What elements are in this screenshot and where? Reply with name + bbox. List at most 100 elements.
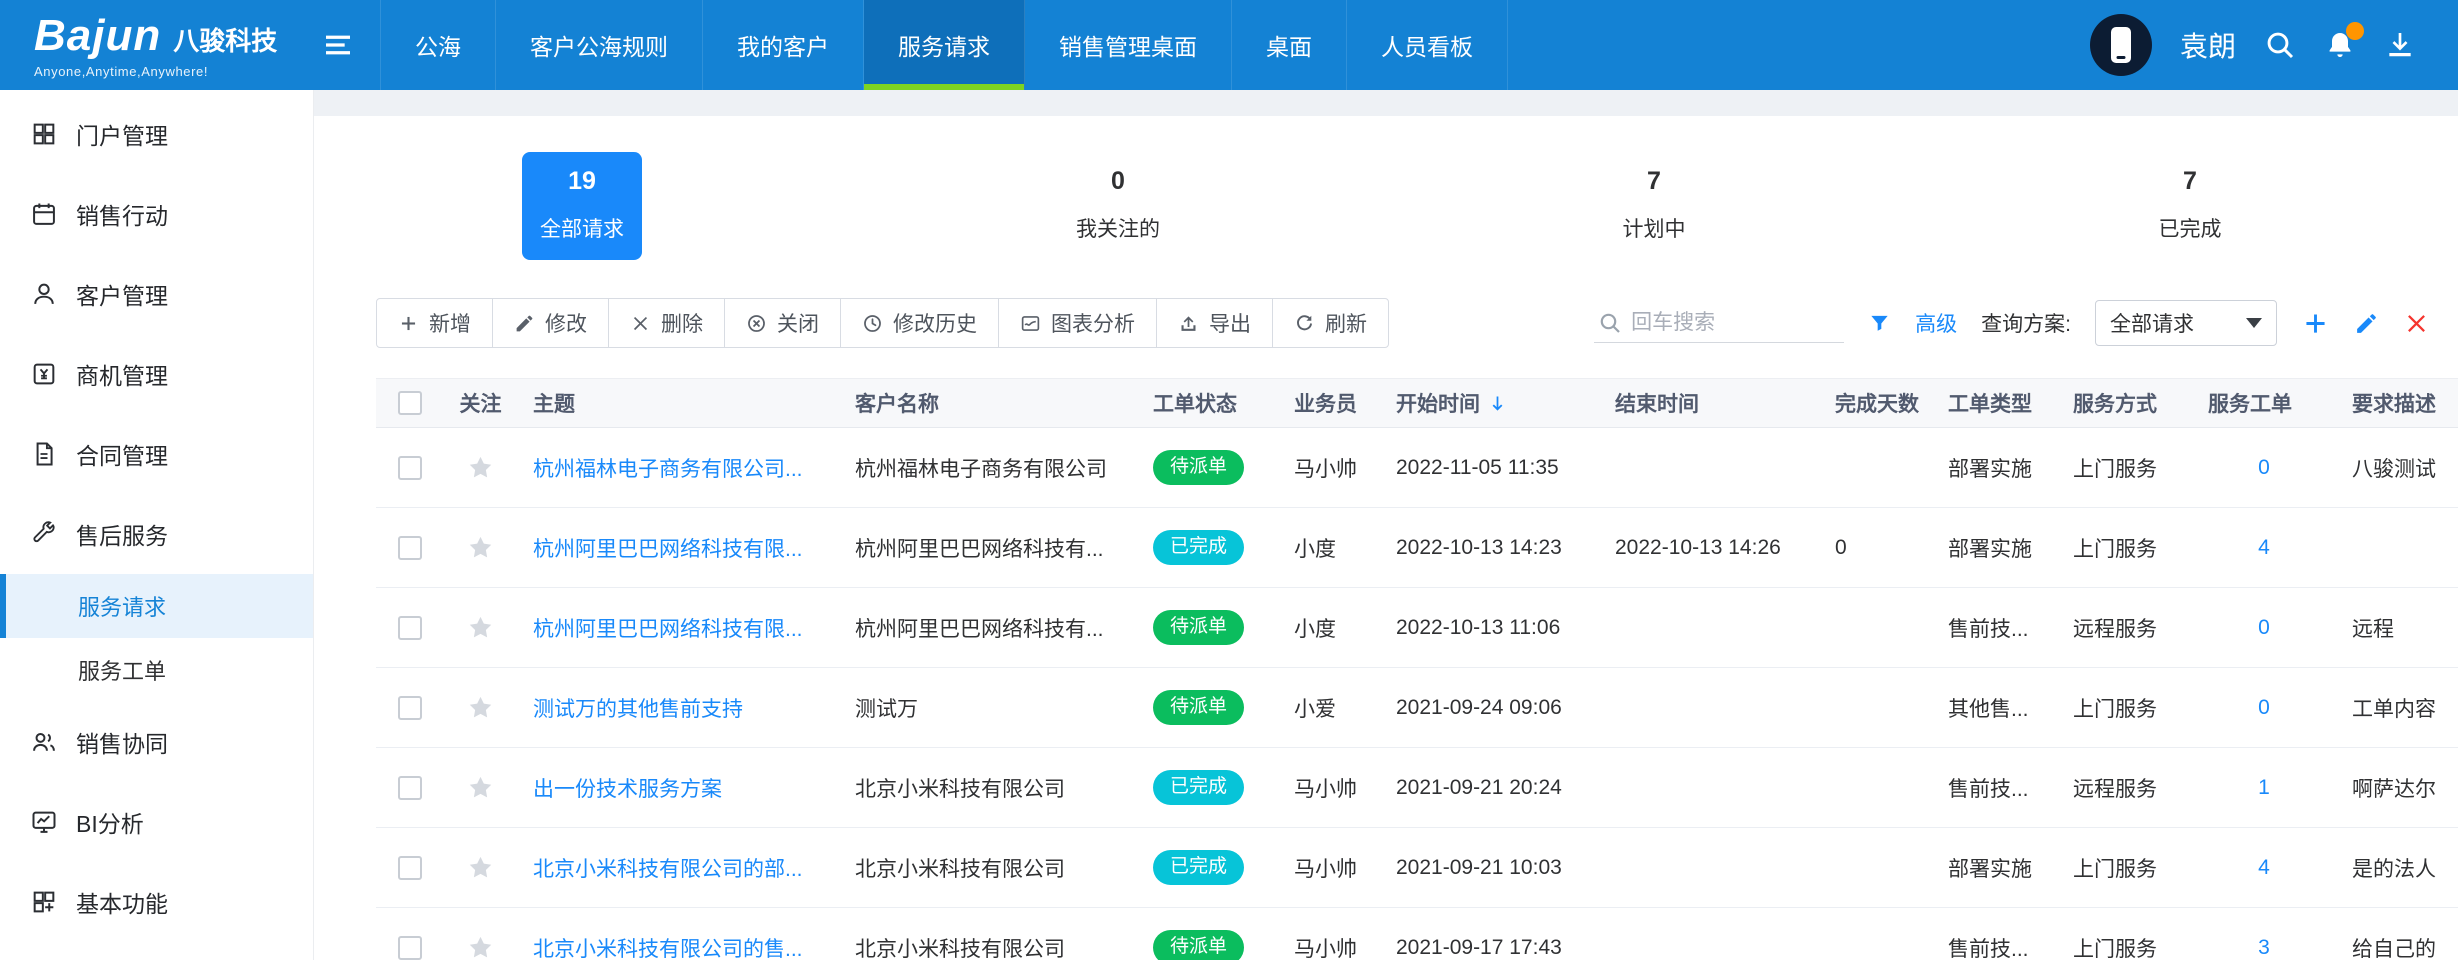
sidebar-subitem-service-order[interactable]: 服务工单 (0, 638, 313, 702)
refresh-button[interactable]: 刷新 (1272, 298, 1389, 348)
add-button[interactable]: 新增 (376, 298, 493, 348)
star-icon[interactable] (467, 854, 494, 881)
sidebar-item-bi-analysis[interactable]: BI分析 (0, 782, 313, 862)
close-button[interactable]: 关闭 (724, 298, 841, 348)
select-all-checkbox[interactable] (398, 391, 422, 415)
search-icon[interactable] (2264, 29, 2296, 61)
stat-completed[interactable]: 7已完成 (2130, 152, 2250, 260)
chart-analysis-button[interactable]: 图表分析 (998, 298, 1157, 348)
advanced-filter-link[interactable]: 高级 (1915, 308, 1957, 338)
service-orders-link[interactable]: 0 (2258, 696, 2270, 720)
column-header-order-type[interactable]: 工单类型 (1932, 379, 2057, 427)
user-name[interactable]: 袁朗 (2180, 25, 2236, 65)
column-header-completed-days[interactable]: 完成天数 (1819, 379, 1932, 427)
scheme-select[interactable]: 全部请求 (2095, 300, 2277, 346)
table-row[interactable]: 出一份技术服务方案北京小米科技有限公司已完成马小帅2021-09-21 20:2… (376, 748, 2458, 828)
subject-link[interactable]: 杭州福林电子商务有限公司... (533, 453, 803, 483)
sidebar-item-customer[interactable]: 客户管理 (0, 254, 313, 334)
table-row[interactable]: 杭州阿里巴巴网络科技有限...杭州阿里巴巴网络科技有...待派单小度2022-1… (376, 588, 2458, 668)
page-background-strip (314, 90, 2458, 116)
notification-bell-icon[interactable] (2324, 29, 2356, 61)
nav-tab-staff-board[interactable]: 人员看板 (1347, 0, 1508, 90)
row-checkbox[interactable] (398, 696, 422, 720)
column-header-select[interactable] (376, 379, 444, 427)
star-icon[interactable] (467, 934, 494, 960)
menu-toggle-button[interactable] (296, 0, 380, 90)
row-checkbox[interactable] (398, 616, 422, 640)
row-checkbox[interactable] (398, 776, 422, 800)
subject-link[interactable]: 杭州阿里巴巴网络科技有限... (533, 613, 803, 643)
column-header-follow[interactable]: 关注 (444, 379, 517, 427)
column-header-subject[interactable]: 主题 (517, 379, 839, 427)
service-orders-link[interactable]: 3 (2258, 936, 2270, 960)
search-input[interactable] (1631, 311, 1821, 335)
column-header-service-method[interactable]: 服务方式 (2057, 379, 2192, 427)
stat-all-requests[interactable]: 19全部请求 (522, 152, 642, 260)
row-checkbox[interactable] (398, 856, 422, 880)
stat-in-plan[interactable]: 7计划中 (1594, 152, 1714, 260)
subject-link[interactable]: 出一份技术服务方案 (533, 773, 722, 803)
scheme-select-value: 全部请求 (2110, 308, 2194, 338)
table-row[interactable]: 北京小米科技有限公司的部...北京小米科技有限公司已完成马小帅2021-09-2… (376, 828, 2458, 908)
cell-service-method: 上门服务 (2057, 828, 2192, 907)
service-orders-link[interactable]: 4 (2258, 856, 2270, 880)
sidebar-item-contract[interactable]: 合同管理 (0, 414, 313, 494)
bi-chart-icon (30, 808, 58, 836)
row-checkbox[interactable] (398, 456, 422, 480)
filter-funnel-icon[interactable] (1868, 312, 1891, 335)
cell-customer-name: 测试万 (839, 668, 1137, 747)
modify-button[interactable]: 修改 (492, 298, 609, 348)
service-orders-link[interactable]: 1 (2258, 776, 2270, 800)
table-row[interactable]: 北京小米科技有限公司的售...北京小米科技有限公司待派单马小帅2021-09-1… (376, 908, 2458, 960)
delete-scheme-icon[interactable] (2403, 310, 2430, 337)
star-icon[interactable] (467, 534, 494, 561)
column-header-service-orders[interactable]: 服务工单 (2192, 379, 2336, 427)
table-row[interactable]: 杭州福林电子商务有限公司...杭州福林电子商务有限公司待派单马小帅2022-11… (376, 428, 2458, 508)
column-header-description[interactable]: 要求描述 (2336, 379, 2458, 427)
star-icon[interactable] (467, 614, 494, 641)
sidebar-item-portal[interactable]: 门户管理 (0, 94, 313, 174)
edit-scheme-icon[interactable] (2354, 311, 2379, 336)
subject-link[interactable]: 杭州阿里巴巴网络科技有限... (533, 533, 803, 563)
nav-tab-sales-dashboard[interactable]: 销售管理桌面 (1025, 0, 1232, 90)
nav-tab-desktop[interactable]: 桌面 (1232, 0, 1347, 90)
export-up-icon (1178, 313, 1199, 334)
column-header-start-time[interactable]: 开始时间 (1380, 379, 1599, 427)
column-header-order-status[interactable]: 工单状态 (1137, 379, 1278, 427)
star-icon[interactable] (467, 774, 494, 801)
sidebar-subitem-service-request[interactable]: 服务请求 (0, 574, 313, 638)
sidebar-item-after-sales[interactable]: 售后服务 (0, 494, 313, 574)
row-checkbox[interactable] (398, 536, 422, 560)
column-header-end-time[interactable]: 结束时间 (1599, 379, 1819, 427)
stat-my-followed[interactable]: 0我关注的 (1058, 152, 1178, 260)
column-header-customer-name[interactable]: 客户名称 (839, 379, 1137, 427)
service-orders-link[interactable]: 0 (2258, 616, 2270, 640)
table-row[interactable]: 杭州阿里巴巴网络科技有限...杭州阿里巴巴网络科技有...已完成小度2022-1… (376, 508, 2458, 588)
avatar[interactable] (2090, 14, 2152, 76)
star-icon[interactable] (467, 454, 494, 481)
table-row[interactable]: 测试万的其他售前支持测试万待派单小爱2021-09-24 09:06其他售...… (376, 668, 2458, 748)
star-icon[interactable] (467, 694, 494, 721)
add-scheme-icon[interactable] (2301, 309, 2330, 338)
sidebar-item-sales-collab[interactable]: 销售协同 (0, 702, 313, 782)
brand-logo[interactable]: Bajun 八骏科技 Anyone,Anytime,Anywhere! (0, 0, 296, 90)
service-orders-link[interactable]: 0 (2258, 456, 2270, 480)
nav-tab-service-request[interactable]: 服务请求 (864, 0, 1025, 90)
row-checkbox[interactable] (398, 936, 422, 960)
sidebar-item-sales-actions[interactable]: 销售行动 (0, 174, 313, 254)
column-header-salesperson[interactable]: 业务员 (1278, 379, 1380, 427)
delete-button[interactable]: 删除 (608, 298, 725, 348)
nav-tab-my-customers[interactable]: 我的客户 (703, 0, 864, 90)
service-orders-link[interactable]: 4 (2258, 536, 2270, 560)
modify-history-button[interactable]: 修改历史 (840, 298, 999, 348)
export-button[interactable]: 导出 (1156, 298, 1273, 348)
sidebar-item-opportunity[interactable]: 商机管理 (0, 334, 313, 414)
nav-tab-public-sea[interactable]: 公海 (380, 0, 496, 90)
subject-link[interactable]: 测试万的其他售前支持 (533, 693, 743, 723)
subject-link[interactable]: 北京小米科技有限公司的售... (533, 933, 803, 960)
nav-tab-public-sea-rules[interactable]: 客户公海规则 (496, 0, 703, 90)
download-icon[interactable] (2384, 29, 2416, 61)
sidebar-item-basic-functions[interactable]: 基本功能 (0, 862, 313, 942)
subject-link[interactable]: 北京小米科技有限公司的部... (533, 853, 803, 883)
cell-service-orders: 4 (2192, 828, 2336, 907)
